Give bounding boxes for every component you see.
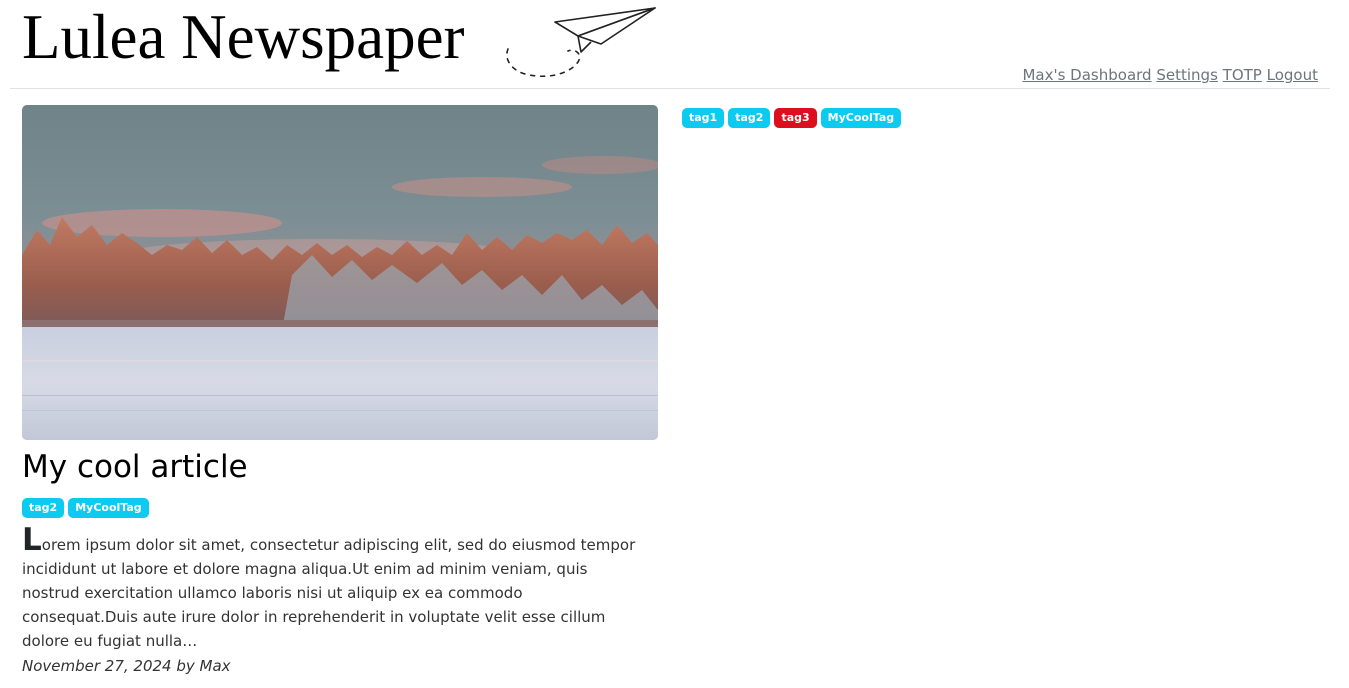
- tag-badge[interactable]: tag2: [728, 108, 771, 128]
- excerpt-text: orem ipsum dolor sit amet, consectetur a…: [22, 536, 636, 650]
- site-title[interactable]: Lulea Newspaper: [22, 2, 465, 72]
- tag-cloud: tag1 tag2 tag3 MyCoolTag: [682, 108, 902, 128]
- article-tags: tag2 MyCoolTag: [22, 498, 149, 518]
- nav-totp-link[interactable]: TOTP: [1223, 66, 1262, 84]
- paper-plane-icon: [506, 7, 656, 78]
- article-title[interactable]: My cool article: [22, 446, 248, 488]
- tag-badge[interactable]: tag2: [22, 498, 65, 518]
- tag-badge[interactable]: tag1: [682, 108, 725, 128]
- article-excerpt: Lorem ipsum dolor sit amet, consectetur …: [22, 525, 642, 653]
- nav-dashboard-link[interactable]: Max's Dashboard: [1022, 66, 1151, 84]
- tag-badge[interactable]: tag3: [774, 108, 817, 128]
- article-image[interactable]: [22, 105, 658, 440]
- top-nav: Max's Dashboard Settings TOTP Logout: [1022, 64, 1318, 86]
- nav-settings-link[interactable]: Settings: [1156, 66, 1218, 84]
- header-divider: [10, 88, 1330, 89]
- nav-logout-link[interactable]: Logout: [1267, 66, 1318, 84]
- article-byline: November 27, 2024 by Max: [22, 657, 231, 675]
- tag-badge[interactable]: MyCoolTag: [820, 108, 902, 128]
- dropcap-letter: L: [22, 522, 42, 558]
- tag-badge[interactable]: MyCoolTag: [68, 498, 149, 518]
